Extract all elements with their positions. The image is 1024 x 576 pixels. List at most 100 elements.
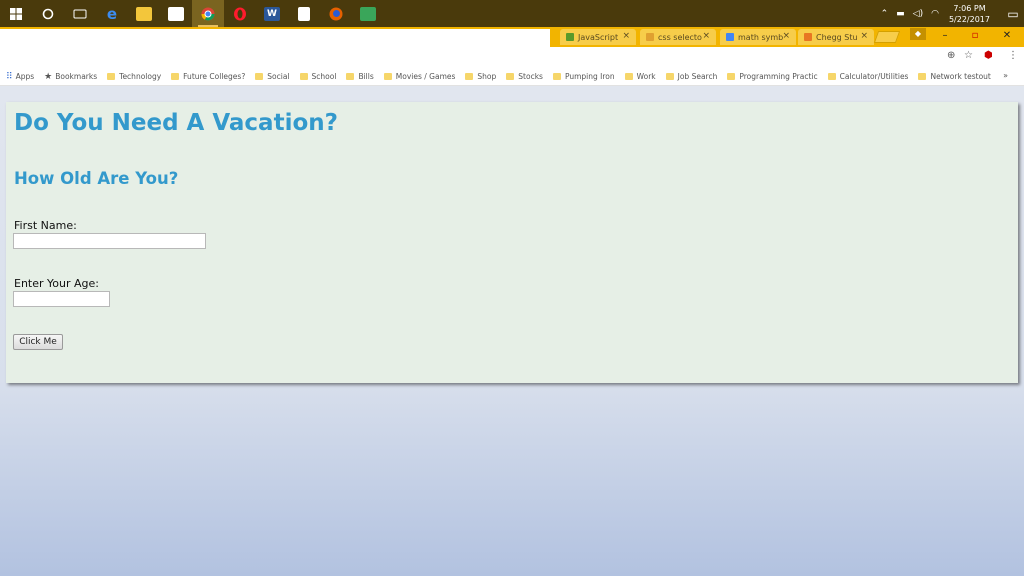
bookmark-folder[interactable]: Future Colleges? [171, 72, 245, 81]
folder-icon [506, 73, 515, 80]
bookmarks-bar: ⠿ Apps ★ Bookmarks Technology Future Col… [0, 68, 1024, 86]
bookmark-folder[interactable]: Network testout [918, 72, 991, 81]
bookmark-label: Apps [15, 72, 35, 81]
action-center-icon[interactable]: ▭ [1002, 7, 1024, 21]
battery-icon[interactable]: ▬ [896, 9, 905, 19]
zoom-icon[interactable]: ⊕ [947, 50, 955, 61]
bookmark-apps[interactable]: ⠿ Apps [6, 72, 34, 82]
folder-icon [552, 73, 561, 80]
bookmark-label: Work [636, 72, 656, 81]
calculator-icon[interactable] [288, 0, 320, 27]
bookmark-label: Movies / Games [395, 72, 456, 81]
opera-icon[interactable] [224, 0, 256, 27]
bookmark-label: Bookmarks [55, 72, 98, 81]
tab-javascript[interactable]: JavaScript × [560, 29, 636, 45]
tab-close-icon[interactable]: × [622, 31, 630, 41]
tab-css-selector[interactable]: css selecto × [640, 29, 716, 45]
bookmark-label: Network testout [930, 72, 991, 81]
folder-icon [346, 73, 355, 80]
word-icon[interactable]: W [256, 0, 288, 27]
page-viewport: Do You Need A Vacation? How Old Are You?… [0, 87, 1024, 576]
bookmark-folder[interactable]: Programming Practic [727, 72, 818, 81]
tab-close-icon[interactable]: × [702, 31, 710, 41]
clock[interactable]: 7:06 PM 5/22/2017 [949, 3, 990, 25]
age-field[interactable] [13, 291, 110, 307]
bookmark-star-icon[interactable]: ☆ [964, 50, 973, 61]
new-tab-button[interactable] [873, 31, 901, 43]
bookmark-folder[interactable]: Technology [107, 72, 161, 81]
file-explorer-icon[interactable] [128, 0, 160, 27]
windows-start-icon[interactable] [0, 0, 32, 27]
profile-icon[interactable]: ◆ [910, 28, 926, 40]
bookmark-folder[interactable]: Calculator/Utilities [827, 72, 909, 81]
tab-label: css selecto [658, 32, 702, 42]
folder-icon [727, 73, 736, 80]
chevron-up-icon[interactable]: ⌃ [881, 9, 889, 19]
page-subtitle: How Old Are You? [14, 169, 179, 188]
tab-favicon-icon [804, 33, 812, 41]
star-icon: ★ [44, 71, 53, 82]
edge-icon[interactable]: e [96, 0, 128, 27]
bookmark-folder[interactable]: Pumping Iron [552, 72, 615, 81]
bookmark-label: Calculator/Utilities [839, 72, 909, 81]
bookmark-label: Future Colleges? [183, 72, 246, 81]
taskbar: e W ⌃ ▬ ◁) ◠ 7:06 PM 5/22/2017 ▭ [0, 0, 1024, 27]
bookmark-label: Social [267, 72, 290, 81]
form-panel: Do You Need A Vacation? How Old Are You?… [6, 102, 1018, 383]
folder-icon [171, 73, 180, 80]
bookmark-folder[interactable]: Shop [465, 72, 496, 81]
click-me-button[interactable]: Click Me [13, 334, 63, 350]
bookmark-label: School [311, 72, 337, 81]
minimize-button[interactable]: – [930, 27, 960, 43]
tab-close-icon[interactable]: × [860, 31, 868, 41]
tab-label: math symb [738, 32, 784, 42]
maximize-button[interactable]: ▫ [960, 27, 990, 43]
tab-favicon-icon [566, 33, 574, 41]
bookmark-bookmarks[interactable]: ★ Bookmarks [44, 72, 97, 82]
bookmark-folder[interactable]: Job Search [665, 72, 718, 81]
folder-icon [107, 73, 116, 80]
tab-label: JavaScript [578, 32, 619, 42]
wifi-icon[interactable]: ◠ [931, 9, 939, 19]
close-window-button[interactable]: ✕ [992, 27, 1022, 43]
bookmark-label: Shop [477, 72, 497, 81]
first-name-label: First Name: [14, 219, 77, 232]
bookmarks-overflow-icon[interactable]: » [1003, 71, 1008, 80]
tab-chegg[interactable]: Chegg Stu × [798, 29, 874, 45]
age-label: Enter Your Age: [14, 277, 99, 290]
bookmark-folder[interactable]: Movies / Games [383, 72, 456, 81]
bookmark-folder[interactable]: Bills [346, 72, 374, 81]
bookmark-label: Stocks [518, 72, 543, 81]
task-view-icon[interactable] [64, 0, 96, 27]
folder-icon [827, 73, 836, 80]
first-name-field[interactable] [13, 233, 206, 249]
clock-date: 5/22/2017 [948, 14, 990, 24]
ublock-icon[interactable]: ⬢ [984, 50, 993, 61]
browser-toolbar [0, 47, 1024, 68]
cortana-icon[interactable] [32, 0, 64, 27]
folder-icon [255, 73, 264, 80]
bookmark-folder[interactable]: Work [624, 72, 656, 81]
chrome-icon[interactable] [192, 0, 224, 27]
bookmark-label: Technology [119, 72, 162, 81]
folder-icon [465, 73, 474, 80]
system-tray: ⌃ ▬ ◁) ◠ 7:06 PM 5/22/2017 ▭ [877, 0, 1024, 27]
tab-label: Chegg Stu [816, 32, 858, 42]
folder-icon [383, 73, 392, 80]
tab-math-symbols[interactable]: math symb × [720, 29, 796, 45]
bookmark-folder[interactable]: Stocks [506, 72, 543, 81]
bookmark-folder[interactable]: Social [255, 72, 290, 81]
bookmark-folder[interactable]: School [299, 72, 337, 81]
store-icon[interactable] [160, 0, 192, 27]
tab-close-icon[interactable]: × [782, 31, 790, 41]
folder-icon [624, 73, 633, 80]
chrome-menu-icon[interactable]: ⋮ [1008, 50, 1018, 61]
volume-icon[interactable]: ◁) [913, 9, 923, 19]
tab-favicon-icon [726, 33, 734, 41]
green-app-icon[interactable] [352, 0, 384, 27]
folder-icon [299, 73, 308, 80]
folder-icon [918, 73, 927, 80]
clock-time: 7:06 PM [953, 3, 986, 13]
firefox-icon[interactable] [320, 0, 352, 27]
bookmark-label: Job Search [677, 72, 718, 81]
